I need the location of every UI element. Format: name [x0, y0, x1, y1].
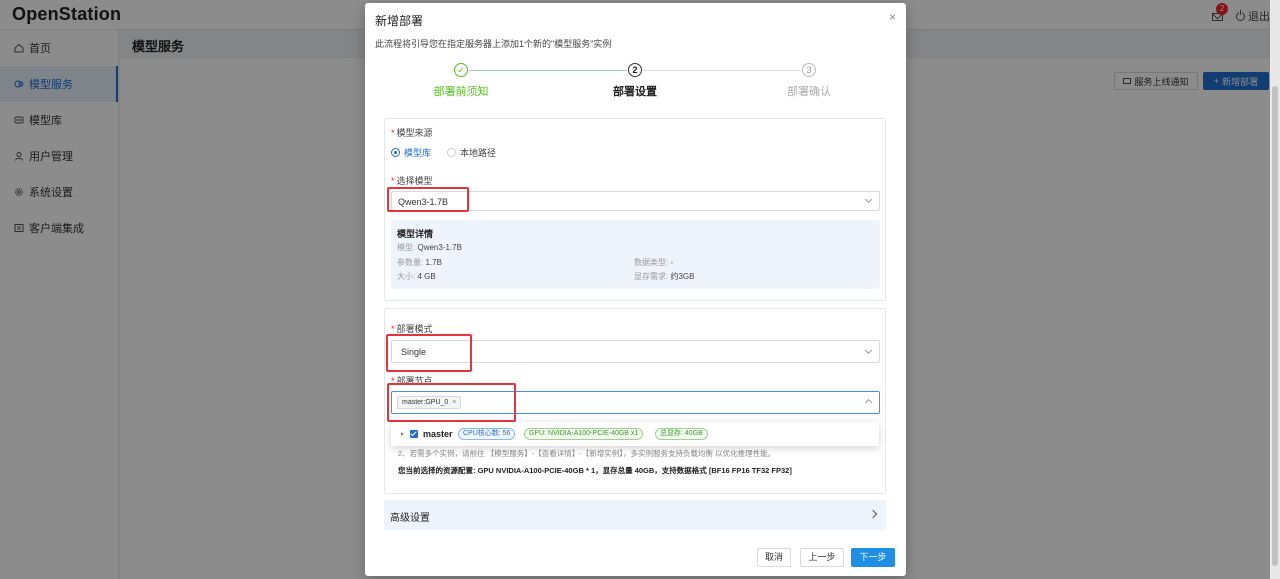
page-scrollbar[interactable] — [1270, 0, 1280, 579]
dtype-row: 数据类型: - — [634, 258, 674, 267]
modal-description: 此流程将引导您在指定服务器上添加1个新的"模型服务"实例 — [375, 39, 612, 49]
params-row: 参数量: 1.7B — [397, 258, 442, 267]
radio-local-path[interactable]: 本地路径 — [447, 146, 496, 159]
advanced-settings-label: 高级设置 — [390, 513, 430, 524]
model-detail-box: 模型详情 模型: Qwen3-1.7B 参数量: 1.7B 数据类型: - 大小… — [391, 220, 880, 289]
chevron-right-icon — [868, 509, 878, 519]
radio-model-library[interactable]: 模型库 — [391, 146, 431, 159]
next-step-button[interactable]: 下一步 — [851, 548, 895, 567]
highlight-box-model — [387, 187, 469, 212]
advanced-settings-row[interactable]: 高级设置 — [384, 500, 886, 530]
highlight-box-node — [387, 383, 516, 422]
step-number-pending: 3 — [802, 63, 816, 77]
close-icon[interactable]: × — [889, 10, 896, 24]
vram-row: 显存需求: 约3GB — [634, 272, 695, 281]
step-connector — [643, 70, 801, 71]
cpu-cores-pill: CPU核心数: 56 — [458, 428, 516, 440]
radio-dot — [391, 148, 400, 157]
step-label-notice: 部署前须知 — [433, 86, 489, 98]
model-detail-title: 模型详情 — [397, 229, 434, 239]
prev-step-button[interactable]: 上一步 — [800, 548, 844, 567]
chevron-down-icon — [864, 346, 873, 355]
cancel-button[interactable]: 取消 — [757, 548, 791, 567]
node-name[interactable]: master — [423, 429, 453, 439]
step-indicator: ✓ 部署前须知 2 部署设置 3 部署确认 — [365, 63, 906, 99]
model-name-row: 模型: Qwen3-1.7B — [397, 243, 462, 252]
step-label-settings: 部署设置 — [613, 86, 657, 98]
highlight-box-mode — [386, 334, 472, 372]
gpu-pill: GPU: NVIDIA-A100-PCIE-40GB x1 — [524, 428, 644, 440]
radio-dot — [447, 148, 456, 157]
size-row: 大小: 4 GB — [397, 272, 436, 281]
chevron-down-icon — [864, 195, 873, 204]
step-label-confirm: 部署确认 — [787, 86, 831, 98]
expand-arrow-icon[interactable] — [401, 432, 404, 436]
step-connector — [469, 70, 627, 71]
vram-pill: 总显存: 40GB — [655, 428, 708, 440]
select-model-label: * 选择模型 — [391, 176, 433, 186]
step-number-current: 2 — [628, 63, 642, 77]
node-checkbox[interactable] — [410, 430, 418, 438]
multi-instance-hint: 2、若需多个实例，请前往 【模型服务】-【查看详情】-【新增实例】，多实例服务支… — [398, 449, 776, 458]
resource-summary: 您当前选择的资源配置: GPU NVIDIA-A100-PCIE-40GB * … — [398, 466, 792, 475]
radio-label: 本地路径 — [460, 148, 497, 158]
model-source-label: * 模型来源 — [391, 128, 433, 138]
radio-label: 模型库 — [404, 148, 432, 158]
modal-title: 新增部署 — [375, 14, 424, 28]
new-deployment-modal: 新增部署 × 此流程将引导您在指定服务器上添加1个新的"模型服务"实例 ✓ 部署… — [365, 3, 906, 576]
scrollbar-thumb[interactable] — [1272, 86, 1278, 566]
chevron-up-icon — [864, 398, 873, 407]
node-tree-dropdown: master CPU核心数: 56 GPU: NVIDIA-A100-PCIE-… — [391, 422, 879, 446]
check-icon: ✓ — [454, 63, 468, 77]
